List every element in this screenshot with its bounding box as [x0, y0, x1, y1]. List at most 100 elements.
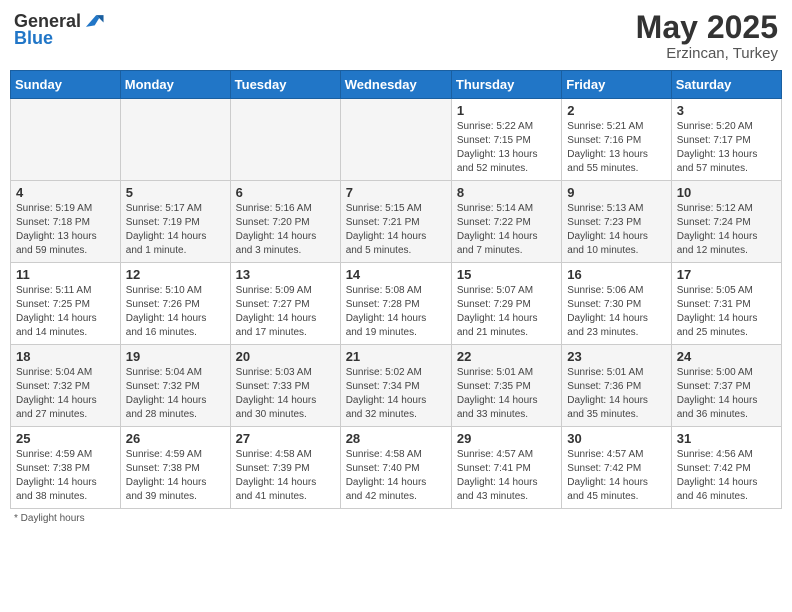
week-row-5: 25Sunrise: 4:59 AM Sunset: 7:38 PM Dayli… — [11, 427, 782, 509]
day-info-13: Sunrise: 5:09 AM Sunset: 7:27 PM Dayligh… — [236, 284, 335, 340]
weekday-header-sunday: Sunday — [11, 71, 121, 99]
day-cell-22: 22Sunrise: 5:01 AM Sunset: 7:35 PM Dayli… — [451, 345, 561, 427]
day-number-6: 6 — [236, 185, 335, 200]
day-cell-24: 24Sunrise: 5:00 AM Sunset: 7:37 PM Dayli… — [671, 345, 781, 427]
day-cell-16: 16Sunrise: 5:06 AM Sunset: 7:30 PM Dayli… — [562, 263, 671, 345]
footer-note: * Daylight hours — [10, 513, 782, 524]
day-number-19: 19 — [126, 349, 225, 364]
day-number-3: 3 — [677, 103, 776, 118]
day-cell-18: 18 Sunrise: 5:04 AM Sunset: 7:32 PM Dayli… — [11, 345, 121, 427]
week-row-3: 11Sunrise: 5:11 AM Sunset: 7:25 PM Dayli… — [11, 263, 782, 345]
day-info-26: Sunrise: 4:59 AM Sunset: 7:38 PM Dayligh… — [126, 448, 225, 504]
week-row-4: 18 Sunrise: 5:04 AM Sunset: 7:32 PM Dayli… — [11, 345, 782, 427]
day-info-20: Sunrise: 5:03 AM Sunset: 7:33 PM Dayligh… — [236, 366, 335, 422]
weekday-header-monday: Monday — [120, 71, 230, 99]
day-cell-6: 6Sunrise: 5:16 AM Sunset: 7:20 PM Daylig… — [230, 181, 340, 263]
day-cell-23: 23Sunrise: 5:01 AM Sunset: 7:36 PM Dayli… — [562, 345, 671, 427]
header: General Blue May 2025 Erzincan, Turkey — [10, 10, 782, 62]
day-cell-7: 7 Sunrise: 5:15 AM Sunset: 7:21 PM Daylig… — [340, 181, 451, 263]
day-number-12: 12 — [126, 267, 225, 282]
day-number-18: 18 — [16, 349, 115, 364]
day-cell-10: 10 Sunrise: 5:12 AM Sunset: 7:24 PM Dayli… — [671, 181, 781, 263]
day-cell-31: 31 Sunrise: 4:56 AM Sunset: 7:42 PM Dayli… — [671, 427, 781, 509]
day-number-30: 30 — [567, 431, 665, 446]
logo-blue: Blue — [14, 28, 53, 49]
day-number-2: 2 — [567, 103, 665, 118]
day-info-24: Sunrise: 5:00 AM Sunset: 7:37 PM Dayligh… — [677, 366, 776, 422]
day-cell-30: 30 Sunrise: 4:57 AM Sunset: 7:42 PM Dayli… — [562, 427, 671, 509]
day-number-31: 31 — [677, 431, 776, 446]
day-info-10: Sunrise: 5:12 AM Sunset: 7:24 PM Dayligh… — [677, 202, 776, 258]
day-info-28: Sunrise: 4:58 AM Sunset: 7:40 PM Dayligh… — [346, 448, 446, 504]
day-number-27: 27 — [236, 431, 335, 446]
day-info-22: Sunrise: 5:01 AM Sunset: 7:35 PM Dayligh… — [457, 366, 556, 422]
day-cell-19: 19Sunrise: 5:04 AM Sunset: 7:32 PM Dayli… — [120, 345, 230, 427]
day-cell-11: 11Sunrise: 5:11 AM Sunset: 7:25 PM Dayli… — [11, 263, 121, 345]
day-cell-2: 2 Sunrise: 5:21 AM Sunset: 7:16 PM Daylig… — [562, 99, 671, 181]
day-info-23: Sunrise: 5:01 AM Sunset: 7:36 PM Dayligh… — [567, 366, 665, 422]
day-cell-1: 1 Sunrise: 5:22 AM Sunset: 7:15 PM Daylig… — [451, 99, 561, 181]
weekday-header-saturday: Saturday — [671, 71, 781, 99]
day-number-13: 13 — [236, 267, 335, 282]
day-info-27: Sunrise: 4:58 AM Sunset: 7:39 PM Dayligh… — [236, 448, 335, 504]
calendar-table: SundayMondayTuesdayWednesdayThursdayFrid… — [10, 70, 782, 509]
day-number-5: 5 — [126, 185, 225, 200]
day-info-17: Sunrise: 5:05 AM Sunset: 7:31 PM Dayligh… — [677, 284, 776, 340]
day-cell-17: 17 Sunrise: 5:05 AM Sunset: 7:31 PM Dayli… — [671, 263, 781, 345]
day-info-4: Sunrise: 5:19 AM Sunset: 7:18 PM Dayligh… — [16, 202, 115, 258]
day-number-28: 28 — [346, 431, 446, 446]
day-info-31: Sunrise: 4:56 AM Sunset: 7:42 PM Dayligh… — [677, 448, 776, 504]
empty-cell — [120, 99, 230, 181]
day-number-4: 4 — [16, 185, 115, 200]
day-number-11: 11 — [16, 267, 115, 282]
day-number-10: 10 — [677, 185, 776, 200]
day-cell-14: 14Sunrise: 5:08 AM Sunset: 7:28 PM Dayli… — [340, 263, 451, 345]
weekday-header-thursday: Thursday — [451, 71, 561, 99]
day-info-9: Sunrise: 5:13 AM Sunset: 7:23 PM Dayligh… — [567, 202, 665, 258]
day-info-18: Sunrise: 5:04 AM Sunset: 7:32 PM Dayligh… — [16, 366, 115, 422]
day-cell-13: 13 Sunrise: 5:09 AM Sunset: 7:27 PM Dayli… — [230, 263, 340, 345]
day-info-1: Sunrise: 5:22 AM Sunset: 7:15 PM Dayligh… — [457, 120, 556, 176]
day-info-29: Sunrise: 4:57 AM Sunset: 7:41 PM Dayligh… — [457, 448, 556, 504]
day-cell-28: 28 Sunrise: 4:58 AM Sunset: 7:40 PM Dayli… — [340, 427, 451, 509]
day-number-20: 20 — [236, 349, 335, 364]
day-cell-27: 27 Sunrise: 4:58 AM Sunset: 7:39 PM Dayli… — [230, 427, 340, 509]
day-number-1: 1 — [457, 103, 556, 118]
day-info-2: Sunrise: 5:21 AM Sunset: 7:16 PM Dayligh… — [567, 120, 665, 176]
day-number-16: 16 — [567, 267, 665, 282]
empty-cell — [11, 99, 121, 181]
weekday-header-friday: Friday — [562, 71, 671, 99]
location-title: Erzincan, Turkey — [636, 45, 778, 62]
logo-icon — [83, 10, 105, 32]
day-cell-20: 20 Sunrise: 5:03 AM Sunset: 7:33 PM Dayli… — [230, 345, 340, 427]
month-title: May 2025 — [636, 10, 778, 45]
day-info-3: Sunrise: 5:20 AM Sunset: 7:17 PM Dayligh… — [677, 120, 776, 176]
day-number-17: 17 — [677, 267, 776, 282]
day-info-7: Sunrise: 5:15 AM Sunset: 7:21 PM Dayligh… — [346, 202, 446, 258]
day-number-8: 8 — [457, 185, 556, 200]
day-info-30: Sunrise: 4:57 AM Sunset: 7:42 PM Dayligh… — [567, 448, 665, 504]
day-cell-12: 12Sunrise: 5:10 AM Sunset: 7:26 PM Dayli… — [120, 263, 230, 345]
day-info-15: Sunrise: 5:07 AM Sunset: 7:29 PM Dayligh… — [457, 284, 556, 340]
weekday-header-wednesday: Wednesday — [340, 71, 451, 99]
day-cell-15: 15 Sunrise: 5:07 AM Sunset: 7:29 PM Dayli… — [451, 263, 561, 345]
day-info-5: Sunrise: 5:17 AM Sunset: 7:19 PM Dayligh… — [126, 202, 225, 258]
day-info-21: Sunrise: 5:02 AM Sunset: 7:34 PM Dayligh… — [346, 366, 446, 422]
weekday-header-row: SundayMondayTuesdayWednesdayThursdayFrid… — [11, 71, 782, 99]
day-cell-4: 4 Sunrise: 5:19 AM Sunset: 7:18 PM Daylig… — [11, 181, 121, 263]
footer-daylight-label: Daylight hours — [21, 513, 85, 524]
day-info-8: Sunrise: 5:14 AM Sunset: 7:22 PM Dayligh… — [457, 202, 556, 258]
day-number-29: 29 — [457, 431, 556, 446]
week-row-1: 1 Sunrise: 5:22 AM Sunset: 7:15 PM Daylig… — [11, 99, 782, 181]
day-number-9: 9 — [567, 185, 665, 200]
day-cell-21: 21Sunrise: 5:02 AM Sunset: 7:34 PM Dayli… — [340, 345, 451, 427]
day-number-26: 26 — [126, 431, 225, 446]
empty-cell — [230, 99, 340, 181]
title-area: May 2025 Erzincan, Turkey — [636, 10, 778, 62]
day-cell-3: 3 Sunrise: 5:20 AM Sunset: 7:17 PM Daylig… — [671, 99, 781, 181]
week-row-2: 4 Sunrise: 5:19 AM Sunset: 7:18 PM Daylig… — [11, 181, 782, 263]
day-number-7: 7 — [346, 185, 446, 200]
day-cell-8: 8 Sunrise: 5:14 AM Sunset: 7:22 PM Daylig… — [451, 181, 561, 263]
day-number-15: 15 — [457, 267, 556, 282]
empty-cell — [340, 99, 451, 181]
